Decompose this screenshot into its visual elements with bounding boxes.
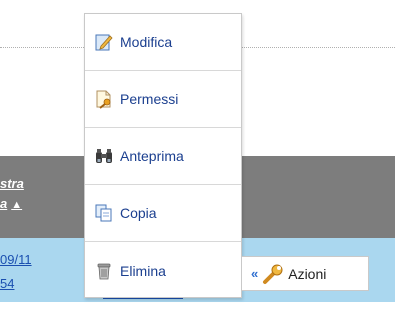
actions-label: Azioni bbox=[288, 265, 327, 282]
menu-item-label: Elimina bbox=[120, 262, 166, 279]
table-cell: 09/11 54 bbox=[0, 248, 32, 296]
menu-item-permessi[interactable]: Permessi bbox=[85, 71, 241, 128]
menu-item-label: Copia bbox=[120, 205, 157, 221]
page: stra a ▲ 09/11 54 Modifica Permessi Ante… bbox=[0, 0, 395, 320]
menu-item-copia[interactable]: Copia bbox=[85, 185, 241, 242]
menu-item-label: Permessi bbox=[120, 91, 179, 107]
column-header[interactable]: stra a ▲ bbox=[0, 174, 24, 215]
row-link[interactable]: 54 bbox=[0, 272, 32, 296]
edit-icon bbox=[94, 32, 114, 52]
binoculars-icon bbox=[94, 146, 114, 166]
column-header-label[interactable]: stra bbox=[0, 176, 24, 191]
wrench-icon bbox=[262, 263, 284, 285]
divider-line bbox=[242, 47, 395, 48]
actions-button[interactable]: « Azioni bbox=[242, 256, 369, 291]
trash-icon bbox=[94, 261, 114, 281]
column-header-label[interactable]: a bbox=[0, 196, 7, 211]
chevron-left-icon: « bbox=[251, 266, 259, 281]
date-link[interactable]: 09/11 bbox=[0, 248, 32, 272]
key-document-icon bbox=[94, 89, 114, 109]
sort-ascending-icon[interactable]: ▲ bbox=[11, 199, 22, 211]
menu-item-anteprima[interactable]: Anteprima bbox=[85, 128, 241, 185]
menu-item-elimina[interactable]: Elimina bbox=[85, 242, 241, 299]
copy-icon bbox=[94, 203, 114, 223]
menu-item-label: Anteprima bbox=[120, 148, 184, 164]
menu-item-label: Modifica bbox=[120, 34, 173, 50]
actions-menu: Modifica Permessi Anteprima Copia Elimin… bbox=[84, 13, 242, 298]
menu-item-modifica[interactable]: Modifica bbox=[85, 14, 241, 71]
divider-line bbox=[0, 47, 84, 48]
